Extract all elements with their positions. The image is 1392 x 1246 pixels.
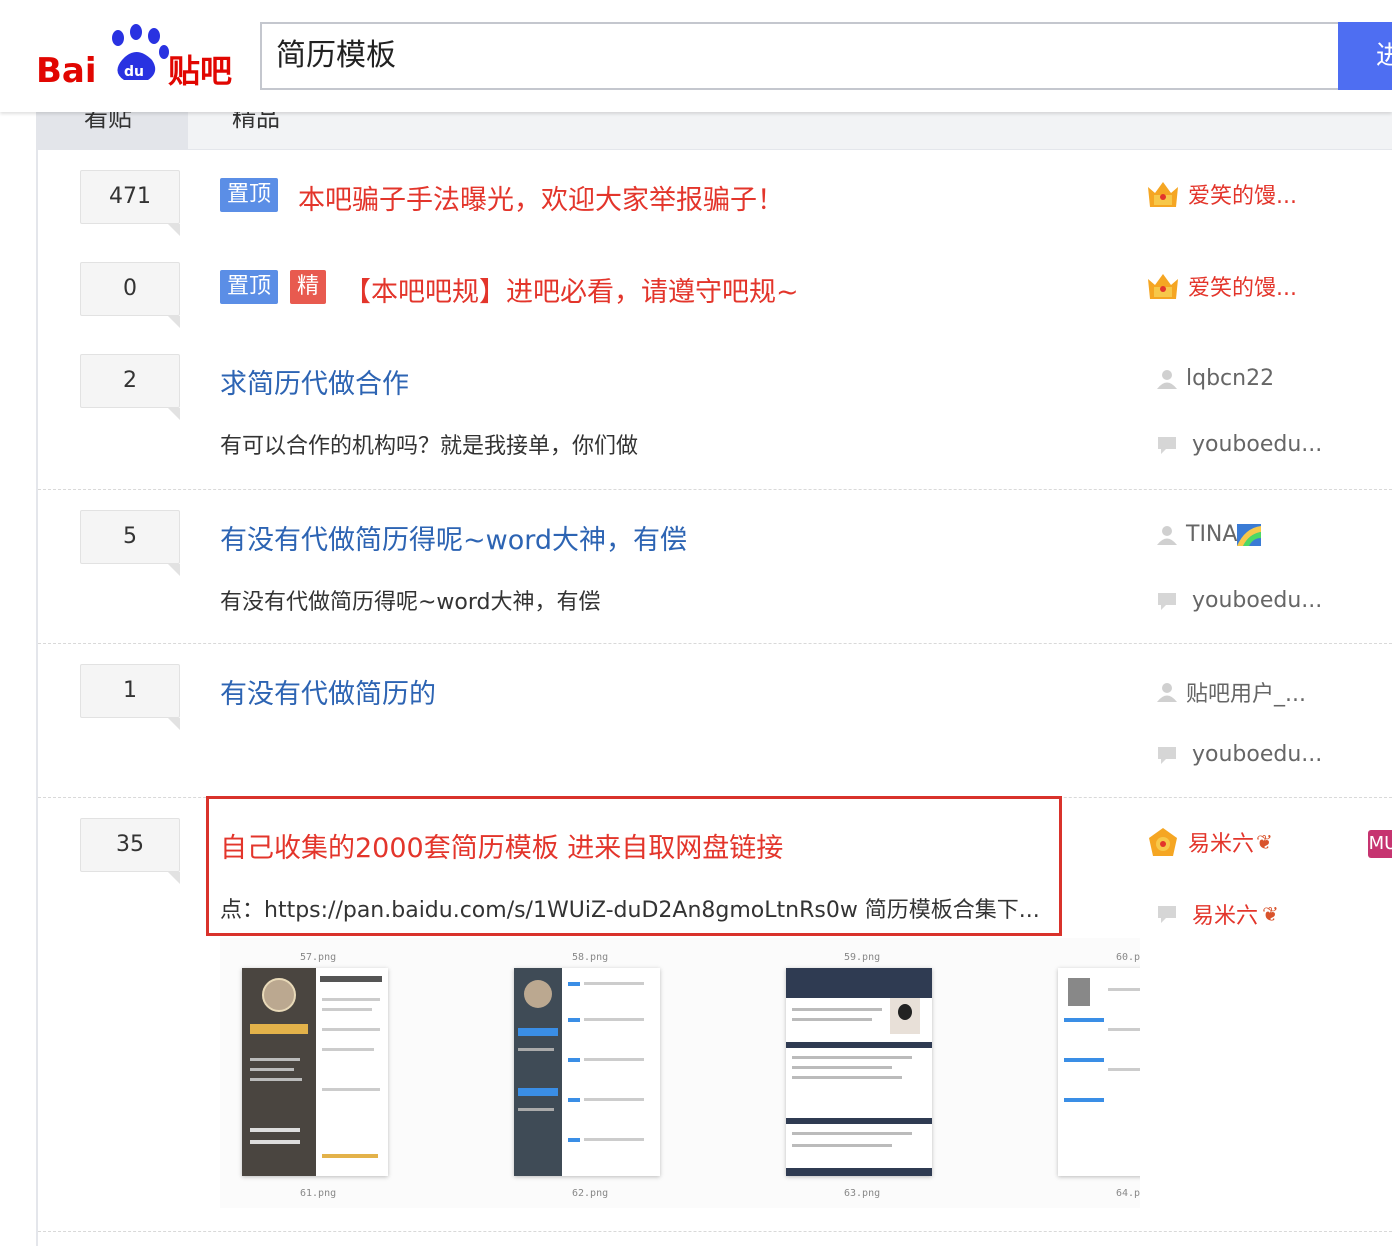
thread-author[interactable]: lqbcn22 [1156, 366, 1274, 391]
thread-abstract: 有没有代做简历得呢~word大神，有偿 [220, 590, 601, 615]
comment-icon [1158, 906, 1176, 923]
last-reply[interactable]: youboedu... [1156, 742, 1322, 767]
rainbow-icon [1237, 523, 1262, 546]
last-reply-name: 易米六 [1192, 904, 1259, 929]
user-icon [1157, 683, 1177, 702]
thread-abstract: 点：https://pan.baidu.com/s/1WUiZ-duD2An8g… [220, 898, 1040, 923]
comment-icon [1158, 436, 1176, 454]
thread-title[interactable]: 自己收集的2000套简历模板 进来自取网盘链接 [220, 826, 783, 865]
image-caption: 63.png [844, 1188, 881, 1199]
thread-row: 471 置顶 本吧骗子手法曝光，欢迎大家举报骗子！ 爱笑的馒... [38, 150, 1392, 242]
thread-author[interactable]: 爱笑的馒... [1146, 270, 1297, 302]
svg-text:Bai: Bai [36, 51, 97, 91]
author-name: 贴吧用户_... [1186, 682, 1306, 707]
comment-icon [1158, 746, 1176, 764]
reply-count: 35 [80, 818, 180, 884]
thread-title[interactable]: 有没有代做简历得呢~word大神，有偿 [220, 518, 687, 557]
image-caption: 60.p [1116, 952, 1140, 963]
crown-icon [1148, 274, 1178, 299]
thread-author[interactable]: 易米六 ❦ [1146, 826, 1273, 858]
last-reply-name: youboedu... [1192, 588, 1323, 613]
resume-thumbnail[interactable] [242, 968, 388, 1176]
thread-image-preview[interactable]: 57.png 61.png 58.png 62.png 59.png 63.pn… [220, 938, 1140, 1208]
reply-count: 0 [80, 262, 180, 328]
image-caption: 59.png [844, 952, 881, 963]
member-badge-icon: MU [1368, 830, 1392, 858]
author-name: 易米六 [1188, 832, 1255, 857]
maple-leaf-icon: ❦ [1262, 902, 1279, 926]
thread-title[interactable]: 求简历代做合作 [220, 362, 409, 401]
image-caption: 57.png [300, 952, 337, 963]
author-name: 爱笑的馒... [1188, 184, 1297, 209]
crown-icon [1149, 828, 1177, 856]
author-name: TINA [1186, 522, 1238, 547]
search-button[interactable]: 进 [1338, 22, 1392, 90]
thread-row: 2 求简历代做合作 有可以合作的机构吗？就是我接单，你们做 lqbcn22 yo… [38, 334, 1392, 490]
user-icon [1157, 369, 1177, 389]
last-reply-name: youboedu... [1192, 432, 1323, 457]
image-caption: 64.p [1116, 1188, 1140, 1199]
top-header: du Bai 贴吧 进 [0, 0, 1392, 112]
thread-title[interactable]: 本吧骗子手法曝光，欢迎大家举报骗子！ [298, 178, 784, 217]
pinned-badge: 置顶 [220, 178, 279, 212]
comment-icon [1158, 592, 1176, 610]
image-caption: 61.png [300, 1188, 337, 1199]
thread-author[interactable]: 贴吧用户_... [1156, 676, 1306, 708]
featured-badge: 精 [290, 270, 327, 304]
resume-thumbnail[interactable] [514, 968, 660, 1176]
resume-thumbnail[interactable] [1058, 968, 1140, 1176]
thread-row: 5 有没有代做简历得呢~word大神，有偿 有没有代做简历得呢~word大神，有… [38, 490, 1392, 644]
author-name: lqbcn22 [1186, 366, 1275, 391]
svg-text:贴吧: 贴吧 [168, 52, 232, 90]
last-reply[interactable]: youboedu... [1156, 588, 1322, 613]
image-caption: 62.png [572, 1188, 609, 1199]
author-name: 爱笑的馒... [1188, 276, 1297, 301]
pinned-badge: 置顶 [220, 270, 279, 304]
thread-title[interactable]: 【本吧吧规】进吧必看，请遵守吧规~ [344, 270, 799, 309]
thread-abstract: 有可以合作的机构吗？就是我接单，你们做 [220, 434, 639, 459]
thread-author[interactable]: TINA [1156, 522, 1262, 547]
thread-author[interactable]: 爱笑的馒... [1146, 178, 1297, 210]
reply-count: 2 [80, 354, 180, 420]
thread-title[interactable]: 有没有代做简历的 [220, 672, 436, 711]
last-reply-name: youboedu... [1192, 742, 1323, 767]
resume-thumbnail[interactable] [786, 968, 932, 1176]
reply-count: 471 [80, 170, 180, 236]
reply-count: 5 [80, 510, 180, 576]
search-box [260, 22, 1340, 90]
svg-text:du: du [124, 64, 144, 80]
image-caption: 58.png [572, 952, 609, 963]
search-input[interactable] [276, 24, 1276, 88]
reply-count: 1 [80, 664, 180, 730]
user-icon [1157, 525, 1177, 545]
baidu-tieba-logo[interactable]: du Bai 贴吧 [36, 22, 246, 92]
thread-row: 0 置顶 精 【本吧吧规】进吧必看，请遵守吧规~ 爱笑的馒... [38, 242, 1392, 334]
last-reply[interactable]: 易米六 ❦ [1156, 898, 1279, 930]
crown-icon [1148, 182, 1178, 207]
maple-leaf-icon: ❦ [1256, 830, 1273, 854]
last-reply[interactable]: youboedu... [1156, 432, 1322, 457]
thread-row: 35 自己收集的2000套简历模板 进来自取网盘链接 点：https://pan… [38, 796, 1392, 1232]
thread-row: 1 有没有代做简历的 贴吧用户_... youboedu... [38, 644, 1392, 798]
